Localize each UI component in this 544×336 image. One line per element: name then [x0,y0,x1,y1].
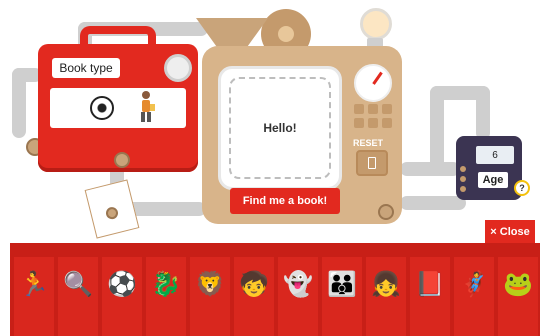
main-screen: Hello! [218,66,342,190]
tray-item[interactable]: 🔍 [58,257,98,336]
tray-item[interactable]: 🦁 [190,257,230,336]
find-book-button[interactable]: Find me a book! [230,188,340,214]
ball-icon: ⚽ [107,271,137,298]
tray-item[interactable]: 👧 [366,257,406,336]
book-type-machine: Book type [38,26,198,172]
pipe [476,86,490,140]
envelope-icon [84,179,140,239]
runner-icon: 🏃 [19,271,49,298]
tray-item[interactable]: 👻 [278,257,318,336]
book-finder-machine: Hello! RESET Find me a book! [202,46,402,224]
tray-item[interactable]: 🐉 [146,257,186,336]
tray-item[interactable]: 👪 [322,257,362,336]
magnifier-icon: 🔍 [63,271,93,298]
family-icon: 👪 [327,271,357,298]
hero-icon: 🦸 [459,271,489,298]
book-type-label: Book type [52,58,120,78]
age-dot [460,166,466,172]
machine-funnel [196,18,268,48]
book-icon: 📕 [415,271,445,298]
soccer-ball-icon [90,96,114,120]
age-dot [460,176,466,182]
age-machine: 6 Age [456,136,522,200]
age-dot [460,186,466,192]
age-label: Age [478,172,508,188]
girl-icon: 👧 [371,271,401,298]
age-value[interactable]: 6 [476,146,514,164]
screw-icon [378,204,394,220]
screen-message: Hello! [229,77,331,179]
pipe [400,196,466,210]
screw-icon [104,205,120,221]
lion-icon: 🦁 [195,271,225,298]
machine-handle [80,26,156,56]
kid-sign-icon: 🧒 [239,271,269,298]
lightbulb-icon [360,8,392,40]
close-button[interactable]: × Close [485,220,535,244]
book-type-selection[interactable] [50,88,186,128]
tray-item[interactable]: 🦸 [454,257,494,336]
kid-character-icon [141,91,155,122]
frog-icon: 🐸 [503,271,533,298]
reset-label: RESET [353,138,384,148]
screw-icon [114,152,130,168]
reset-button[interactable] [356,150,388,176]
character-tray: 🏃 🔍 ⚽ 🐉 🦁 🧒 👻 👪 👧 📕 🦸 🐸 [10,243,540,336]
book-type-knob[interactable] [164,54,192,82]
tray-item[interactable]: 🏃 [14,257,54,336]
gauge-needle [372,71,383,85]
help-icon[interactable]: ? [514,180,530,196]
dragon-icon: 🐉 [151,271,181,298]
gauge-icon [354,64,392,102]
tray-item[interactable]: 🐸 [498,257,538,336]
tray-item[interactable]: ⚽ [102,257,142,336]
tray-item[interactable]: 📕 [410,257,450,336]
ghost-icon: 👻 [283,271,313,298]
tray-item[interactable]: 🧒 [234,257,274,336]
